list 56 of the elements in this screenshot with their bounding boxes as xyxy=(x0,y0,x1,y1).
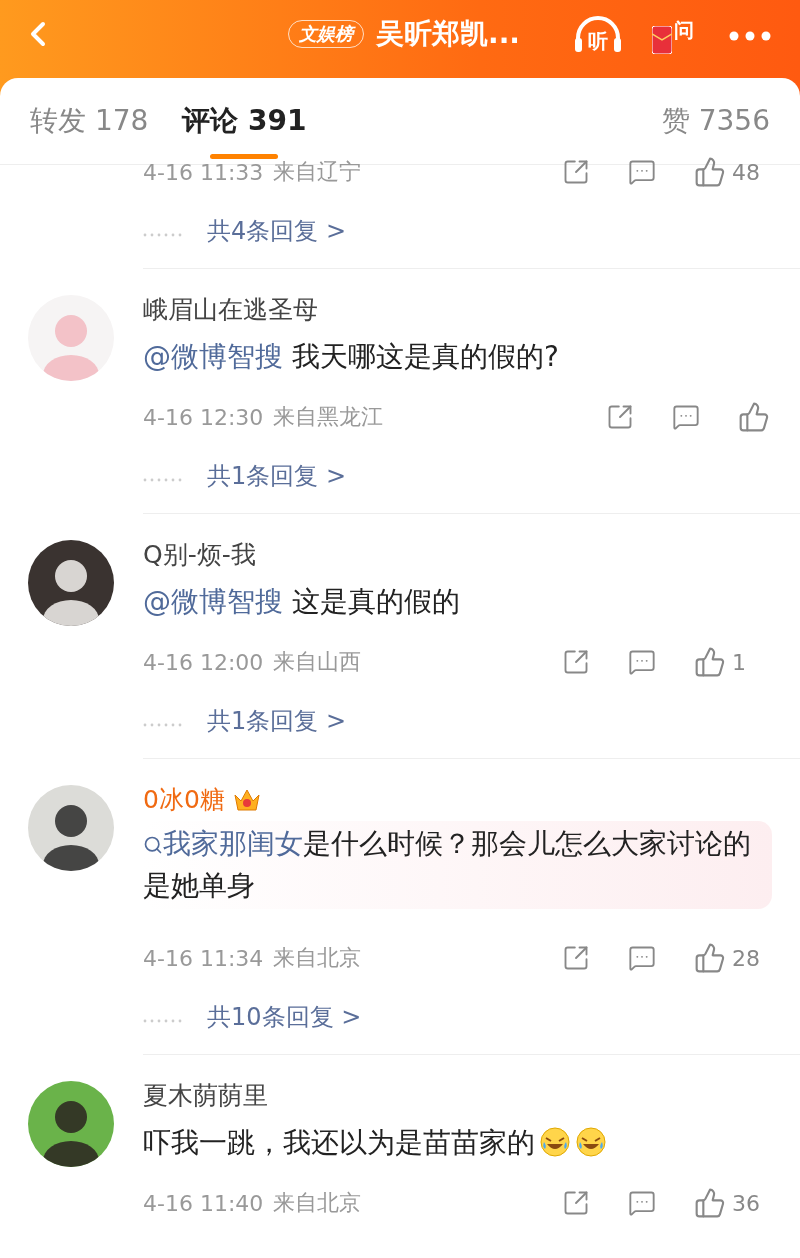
comment-location: 来自辽宁 xyxy=(273,158,362,186)
comment-location: 来自黑龙江 xyxy=(273,403,384,431)
envelope-icon xyxy=(652,26,672,54)
like-button[interactable]: 36 xyxy=(694,1187,770,1219)
thumbs-up-icon xyxy=(694,156,726,188)
comment-text: @微博智搜 我天哪这是真的假的? xyxy=(143,340,559,373)
comment-text: @微博智搜 这是真的假的 xyxy=(143,585,460,618)
dots-icon xyxy=(143,477,183,482)
share-button[interactable] xyxy=(562,648,590,676)
reply-button[interactable] xyxy=(628,648,656,676)
replies-link[interactable]: 共10条回复 > xyxy=(207,1001,362,1033)
share-button[interactable] xyxy=(606,403,634,431)
dots-icon xyxy=(143,232,183,237)
more-icon xyxy=(728,31,772,41)
comment-location: 来自北京 xyxy=(273,944,362,972)
share-button[interactable] xyxy=(562,944,590,972)
thumbs-up-icon xyxy=(694,646,726,678)
like-button[interactable]: 28 xyxy=(694,942,770,974)
user-name[interactable]: 夏木荫荫里 xyxy=(143,1081,268,1111)
thumbs-up-icon xyxy=(694,1187,726,1219)
comment-location: 来自山西 xyxy=(273,648,362,676)
reply-button[interactable] xyxy=(628,944,656,972)
user-name[interactable]: 0冰0糖 xyxy=(143,785,225,815)
ask-button[interactable]: 问 xyxy=(646,14,702,58)
reply-button[interactable] xyxy=(628,158,656,186)
comment-time: 4-16 12:00 xyxy=(143,649,264,675)
listen-button[interactable]: 听 xyxy=(570,14,626,58)
comment-text: 我家那闺女是什么时候？那会儿怎么大家讨论的是她单身 xyxy=(143,827,751,902)
search-topic-link[interactable]: 我家那闺女 xyxy=(143,827,303,860)
laughing-emoji-icon xyxy=(575,1126,607,1158)
replies-link[interactable]: 共4条回复 > xyxy=(207,215,346,247)
comment-text: 吓我一跳，我还以为是苗苗家的 xyxy=(143,1126,535,1159)
user-name[interactable]: 峨眉山在逃圣母 xyxy=(143,295,318,325)
crown-icon xyxy=(232,787,261,813)
reply-button[interactable] xyxy=(672,403,700,431)
comment-time: 4-16 11:34 xyxy=(143,945,264,971)
like-button[interactable] xyxy=(738,401,770,433)
thumbs-up-icon xyxy=(694,942,726,974)
reply-button[interactable] xyxy=(628,1189,656,1217)
thumbs-up-icon xyxy=(738,401,770,433)
mention-link[interactable]: @微博智搜 xyxy=(143,340,283,373)
page-title: 吴昕郑凯... xyxy=(376,16,520,52)
replies-link[interactable]: 共1条回复 > xyxy=(207,705,346,737)
mention-link[interactable]: @微博智搜 xyxy=(143,585,283,618)
like-button[interactable]: 1 xyxy=(694,646,770,678)
dots-icon xyxy=(143,1018,183,1023)
comment-time: 4-16 11:40 xyxy=(143,1190,264,1216)
replies-link[interactable]: 共1条回复 > xyxy=(207,460,346,492)
user-name[interactable]: Q别-烦-我 xyxy=(143,540,256,570)
search-icon xyxy=(143,835,163,855)
share-button[interactable] xyxy=(562,1189,590,1217)
laughing-emoji-icon xyxy=(539,1126,571,1158)
comment-time: 4-16 12:30 xyxy=(143,404,264,430)
comment-location: 来自北京 xyxy=(273,1189,362,1217)
share-button[interactable] xyxy=(562,158,590,186)
dots-icon xyxy=(143,722,183,727)
